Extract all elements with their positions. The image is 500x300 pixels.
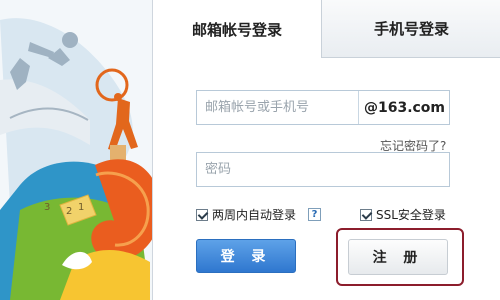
help-icon[interactable]: ? [308, 208, 322, 221]
auto-login-checkbox[interactable] [196, 208, 208, 221]
login-panel: 邮箱帐号登录 手机号登录 @163.com 忘记密码了? 两周内自动登录 ? S… [152, 0, 500, 300]
ssl-login-checkbox[interactable] [360, 208, 372, 221]
login-button[interactable]: 登 录 [196, 239, 296, 273]
ssl-login-label: SSL安全登录 [376, 208, 446, 222]
register-button[interactable]: 注 册 [348, 239, 448, 275]
account-input[interactable] [197, 91, 358, 124]
tab-phone-login[interactable]: 手机号登录 [321, 0, 500, 58]
account-field: @163.com [196, 90, 450, 125]
tab-email-login[interactable]: 邮箱帐号登录 [153, 0, 321, 58]
auto-login-option: 两周内自动登录 ? [196, 206, 322, 223]
email-domain-label: @163.com [358, 91, 450, 124]
password-input[interactable] [197, 153, 449, 186]
decorative-illustration: 2 1 3 [0, 0, 170, 300]
svg-text:2: 2 [66, 206, 72, 217]
ssl-login-option: SSL安全登录 [360, 206, 446, 223]
password-field [196, 152, 450, 187]
svg-text:3: 3 [44, 202, 50, 213]
auto-login-label: 两周内自动登录 [212, 208, 297, 222]
svg-text:1: 1 [78, 202, 84, 213]
